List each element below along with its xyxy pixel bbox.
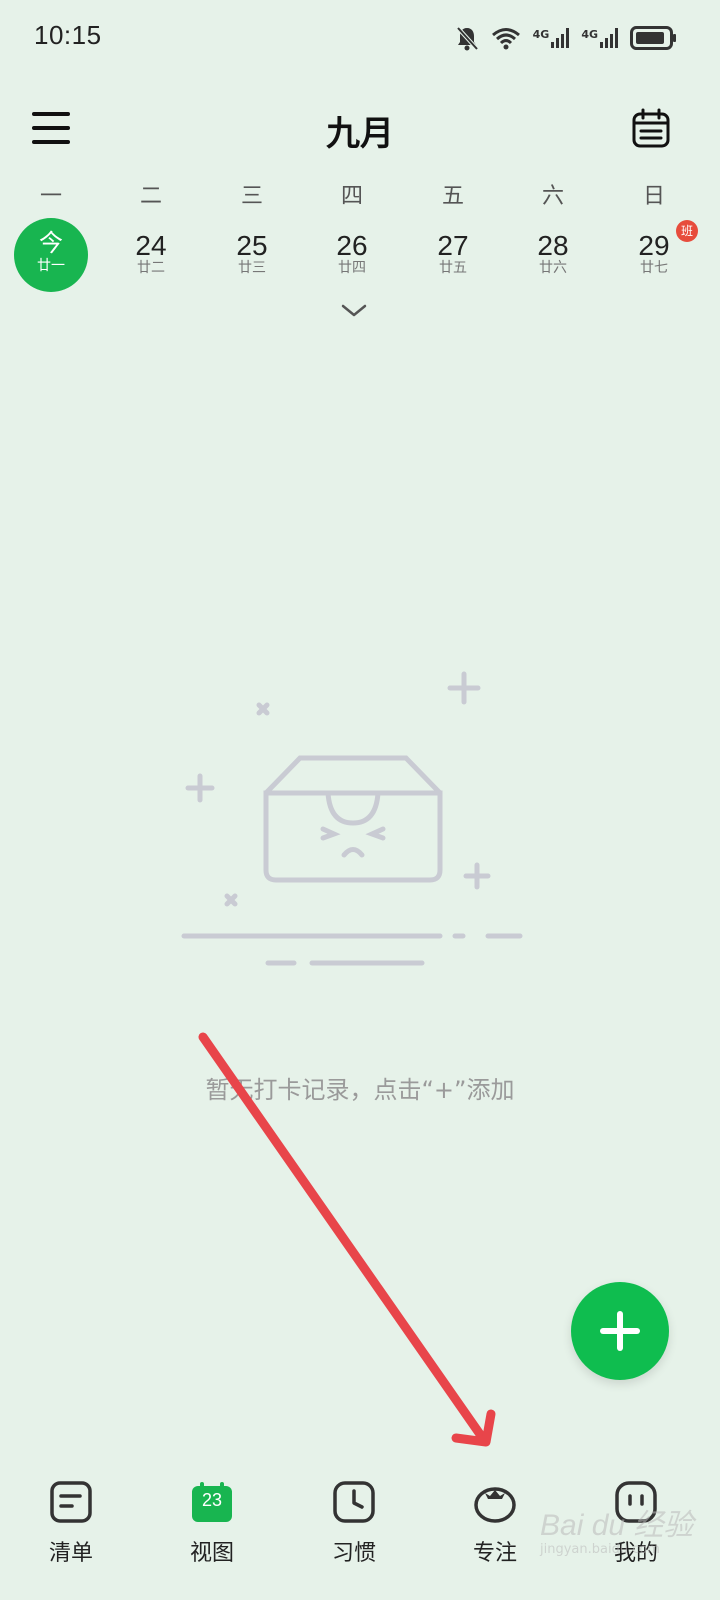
clock-icon [333, 1481, 375, 1523]
day-number: 27 [437, 230, 469, 261]
mute-bell-icon [456, 26, 479, 51]
nav-label: 清单 [48, 1541, 93, 1566]
day-cell-today[interactable]: 今 廿一 [14, 218, 88, 292]
workday-badge: 班 [676, 220, 698, 242]
nav-item-focus[interactable]: 专注 [445, 1480, 545, 1590]
weekday-label: 四 [340, 184, 363, 209]
battery-icon [630, 26, 676, 50]
signal-bars-icon [600, 28, 618, 48]
today-label: 今 [39, 229, 63, 257]
plus-icon [600, 1311, 640, 1351]
bottom-nav: 清单 23 视图 习惯 专注 我的 [0, 1480, 720, 1600]
lunar-date: 廿二 [137, 260, 165, 276]
day-number: 25 [236, 230, 268, 261]
calendar-button[interactable] [632, 108, 670, 148]
empty-inbox-illustration [181, 671, 523, 966]
tomato-icon [474, 1487, 516, 1523]
calendar-icon [632, 108, 670, 148]
day-cell[interactable]: 27 廿五 [403, 220, 503, 292]
wifi-icon [491, 28, 520, 50]
nav-label: 视图 [189, 1541, 234, 1566]
nav-item-list[interactable]: 清单 [21, 1480, 121, 1590]
lunar-date: 廿六 [539, 260, 567, 276]
lunar-date: 廿七 [640, 260, 668, 276]
empty-state-message: 暂无打卡记录，点击“+”添加 [205, 1076, 515, 1104]
day-cell[interactable]: 26 廿四 [302, 220, 402, 292]
lunar-date: 廿三 [238, 260, 266, 276]
day-number: 26 [336, 230, 368, 261]
add-button[interactable] [571, 1282, 669, 1380]
day-cell[interactable]: 25 廿三 [202, 220, 302, 292]
chevron-down-icon[interactable] [340, 303, 368, 319]
signal-4g-2: 4G [581, 28, 618, 48]
nav-item-profile[interactable]: 我的 [586, 1480, 686, 1590]
lunar-date: 廿四 [338, 260, 366, 276]
signal-bars-icon [551, 28, 570, 48]
day-cell[interactable]: 28 廿六 [503, 220, 603, 292]
profile-icon [615, 1481, 657, 1523]
today-lunar-date: 廿一 [37, 258, 65, 274]
nav-label: 习惯 [331, 1541, 376, 1566]
nav-label: 我的 [613, 1541, 658, 1566]
calendar-date-badge: 23 [201, 1490, 223, 1510]
weekday-label: 二 [139, 184, 162, 209]
weekday-label: 三 [240, 184, 263, 209]
nav-item-habit[interactable]: 习惯 [304, 1480, 404, 1590]
lunar-date: 廿五 [439, 260, 467, 276]
list-icon [50, 1481, 92, 1523]
status-icons: 4G 4G [455, 22, 678, 54]
status-time: 10:15 [34, 20, 102, 50]
day-number: 28 [537, 230, 569, 261]
weekday-label: 日 [642, 184, 665, 209]
nav-label: 专注 [472, 1541, 517, 1566]
weekday-label: 五 [441, 184, 464, 209]
weekday-label: 六 [541, 184, 564, 209]
nav-item-view[interactable]: 23 视图 [162, 1480, 262, 1590]
day-cell[interactable]: 24 廿二 [101, 220, 201, 292]
page-title: 九月 [326, 114, 394, 154]
network-type-1: 4G [532, 28, 550, 41]
network-type-2: 4G [581, 28, 598, 41]
weekday-label: 一 [39, 184, 62, 209]
day-number: 24 [135, 230, 167, 261]
signal-4g-1: 4G [533, 28, 570, 48]
